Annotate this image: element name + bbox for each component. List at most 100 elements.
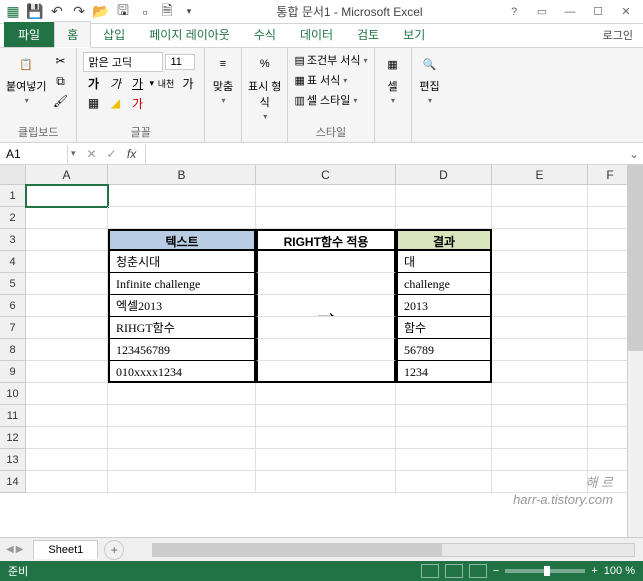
view-page-break-icon[interactable] (469, 564, 487, 578)
fx-icon[interactable]: fx (123, 145, 141, 163)
vscroll-thumb[interactable] (628, 165, 643, 351)
font-size-selector[interactable]: 11 (165, 54, 195, 70)
row-header[interactable]: 4 (0, 251, 26, 273)
tab-home[interactable]: 홈 (54, 21, 91, 48)
view-page-layout-icon[interactable] (445, 564, 463, 578)
zoom-in-button[interactable]: + (591, 565, 597, 577)
row-header[interactable]: 3 (0, 229, 26, 251)
cell-style-button[interactable]: ▥셀 스타일▾ (294, 92, 367, 108)
formula-input[interactable] (146, 152, 625, 156)
table-cell[interactable]: RIHGT함수 (108, 317, 256, 339)
table-header-result[interactable]: 결과 (396, 229, 492, 251)
save-icon[interactable]: 💾 (26, 3, 44, 21)
sheet-tab[interactable]: Sheet1 (33, 540, 98, 559)
row-header[interactable]: 14 (0, 471, 26, 493)
underline-button[interactable]: 가 (127, 74, 147, 92)
sheet-nav-prev-icon[interactable]: ◀ (6, 544, 14, 555)
add-sheet-button[interactable]: + (104, 540, 124, 560)
italic-button[interactable]: 가 (105, 74, 125, 92)
tab-layout[interactable]: 페이지 레이아웃 (137, 22, 242, 47)
table-cell[interactable]: 2013 (396, 295, 492, 317)
table-cell[interactable]: 엑셀2013 (108, 295, 256, 317)
table-cell[interactable]: 청춘시대 (108, 251, 256, 273)
col-header-A[interactable]: A (26, 165, 108, 184)
table-cell[interactable]: 56789 (396, 339, 492, 361)
paste-button[interactable]: 📋 붙여넣기 ▾ (6, 52, 46, 105)
row-header[interactable]: 10 (0, 383, 26, 405)
row-header[interactable]: 2 (0, 207, 26, 229)
tab-review[interactable]: 검토 (345, 22, 391, 47)
name-box[interactable]: A1 (0, 145, 68, 163)
sheet-nav-next-icon[interactable]: ▶ (16, 544, 24, 555)
fill-color-button[interactable]: ◢ (105, 94, 125, 112)
row-header[interactable]: 5 (0, 273, 26, 295)
tab-formula[interactable]: 수식 (242, 22, 288, 47)
cells-grid[interactable]: 텍스트 RIGHT함수 적용 결과 청춘시대 대 Infinite challen… (26, 185, 643, 493)
new-icon[interactable]: ▫ (136, 3, 154, 21)
tab-file[interactable]: 파일 (4, 22, 54, 47)
col-header-C[interactable]: C (256, 165, 396, 184)
cells-button[interactable]: ▦셀▾ (381, 52, 405, 105)
arrow-cell[interactable]: → (256, 295, 396, 317)
login-link[interactable]: 로그인 (593, 23, 643, 47)
font-color-button[interactable]: 가 (127, 94, 147, 112)
tab-data[interactable]: 데이터 (288, 22, 345, 47)
format-painter-icon[interactable]: 🖌 (50, 92, 70, 110)
font-selector[interactable]: 맑은 고딕 (83, 52, 163, 72)
cut-icon[interactable]: ✂ (50, 52, 70, 70)
undo-icon[interactable]: ↶ (48, 3, 66, 21)
close-button[interactable]: ✕ (613, 3, 639, 21)
table-cell[interactable]: 함수 (396, 317, 492, 339)
col-header-E[interactable]: E (492, 165, 588, 184)
enter-formula-icon[interactable]: ✓ (103, 145, 121, 163)
qat-more-icon[interactable]: ▾ (180, 3, 198, 21)
print-preview-icon[interactable]: 🗎 (158, 3, 176, 21)
ruby-button[interactable]: 내천 (156, 74, 176, 92)
row-header[interactable]: 12 (0, 427, 26, 449)
cell-A1[interactable] (26, 185, 108, 207)
ribbon-toggle-button[interactable]: ▭ (529, 3, 555, 21)
table-format-button[interactable]: ▦표 서식▾ (294, 72, 367, 88)
horizontal-scrollbar[interactable] (152, 543, 635, 557)
table-header-text[interactable]: 텍스트 (108, 229, 256, 251)
zoom-level[interactable]: 100 % (604, 565, 635, 577)
redo-icon[interactable]: ↷ (70, 3, 88, 21)
maximize-button[interactable]: ☐ (585, 3, 611, 21)
tab-insert[interactable]: 삽입 (91, 22, 137, 47)
open-icon[interactable]: 📂 (92, 3, 110, 21)
row-header[interactable]: 1 (0, 185, 26, 207)
border-button[interactable]: ▦ (83, 94, 103, 112)
conditional-format-button[interactable]: ▤조건부 서식▾ (294, 52, 367, 68)
help-button[interactable]: ? (501, 3, 527, 21)
minimize-button[interactable]: — (557, 3, 583, 21)
row-header[interactable]: 7 (0, 317, 26, 339)
table-header-func[interactable]: RIGHT함수 적용 (256, 229, 396, 251)
name-box-dropdown[interactable]: ▾ (68, 148, 79, 159)
view-normal-icon[interactable] (421, 564, 439, 578)
col-header-D[interactable]: D (396, 165, 492, 184)
table-cell[interactable]: 123456789 (108, 339, 256, 361)
save-as-icon[interactable]: 🖫 (114, 3, 132, 21)
table-cell[interactable]: 1234 (396, 361, 492, 383)
row-header[interactable]: 8 (0, 339, 26, 361)
row-header[interactable]: 11 (0, 405, 26, 427)
row-header[interactable]: 9 (0, 361, 26, 383)
copy-icon[interactable]: ⧉ (50, 72, 70, 90)
vertical-scrollbar[interactable] (627, 165, 643, 537)
expand-formula-bar[interactable]: ⌄ (625, 147, 643, 161)
zoom-slider[interactable] (505, 569, 585, 573)
table-cell[interactable]: challenge (396, 273, 492, 295)
edit-button[interactable]: 🔍편집▾ (418, 52, 442, 105)
table-cell[interactable]: 010xxxx1234 (108, 361, 256, 383)
font-grow-button[interactable]: 가 (178, 74, 198, 92)
col-header-B[interactable]: B (108, 165, 256, 184)
bold-button[interactable]: 가 (83, 74, 103, 92)
select-all-corner[interactable] (0, 165, 26, 184)
table-cell[interactable]: Infinite challenge (108, 273, 256, 295)
tab-view[interactable]: 보기 (391, 22, 437, 47)
row-header[interactable]: 13 (0, 449, 26, 471)
table-cell[interactable]: 대 (396, 251, 492, 273)
cancel-formula-icon[interactable]: ✕ (83, 145, 101, 163)
number-format-button[interactable]: %표시 형 식▾ (248, 52, 281, 121)
align-button[interactable]: ≡맞춤▾ (211, 52, 235, 105)
